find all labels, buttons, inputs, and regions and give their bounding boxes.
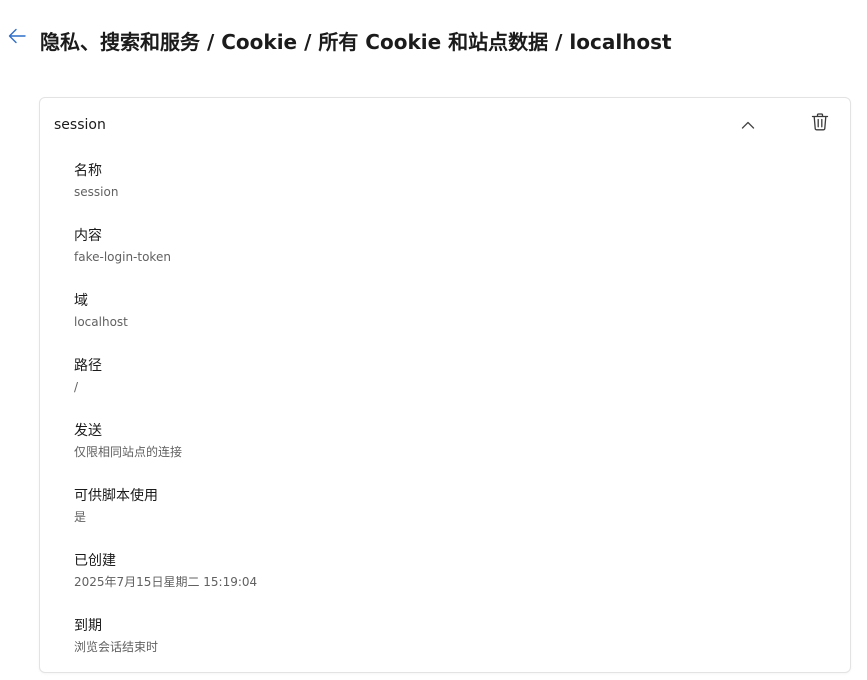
field-value: 是 [74,510,87,524]
arrow-left-icon [8,28,26,48]
field-label: 已创建 [74,553,116,569]
field-label: 可供脚本使用 [74,488,158,504]
field-value: localhost [74,315,128,329]
field-domain: 域 localhost [74,292,774,330]
field-name: 名称 session [74,162,774,200]
field-value: / [74,380,79,394]
field-value: 2025年7月15日星期二 15:19:04 [74,575,258,589]
field-created: 已创建 2025年7月15日星期二 15:19:04 [74,552,774,590]
field-label: 内容 [74,228,102,244]
field-value: 仅限相同站点的连接 [74,445,183,459]
field-label: 到期 [74,618,102,634]
back-button[interactable] [2,22,32,54]
cookie-card: session 名称 session 内容 fake-login-token 域… [39,97,851,673]
cookie-name: session [54,117,106,133]
field-label: 发送 [74,423,102,439]
field-label: 路径 [74,358,102,374]
cookie-card-header[interactable]: session [40,98,850,154]
chevron-up-icon [741,115,755,134]
field-value: session [74,185,119,199]
field-send-for: 发送 仅限相同站点的连接 [74,422,774,460]
field-label: 域 [74,293,88,309]
field-script-accessible: 可供脚本使用 是 [74,487,774,525]
field-content: 内容 fake-login-token [74,227,774,265]
field-label: 名称 [74,163,102,179]
collapse-button[interactable] [734,110,762,138]
breadcrumb: 隐私、搜索和服务 / Cookie / 所有 Cookie 和站点数据 / lo… [40,30,672,54]
field-path: 路径 / [74,357,774,395]
field-value: fake-login-token [74,250,171,264]
trash-icon [811,113,829,135]
field-expires: 到期 浏览会话结束时 [74,617,774,655]
field-value: 浏览会话结束时 [74,640,159,654]
delete-cookie-button[interactable] [806,110,834,138]
